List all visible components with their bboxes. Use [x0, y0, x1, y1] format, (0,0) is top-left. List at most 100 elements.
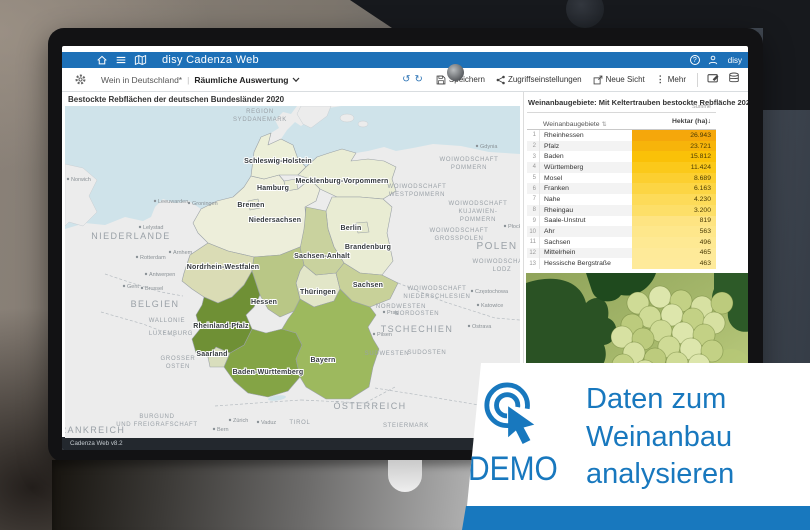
- row-region: Sachsen: [540, 237, 632, 248]
- more-button[interactable]: ⋮ Mehr: [656, 74, 686, 85]
- save-icon: [436, 75, 446, 85]
- geo-label: WOIWODSCHAFT: [387, 184, 446, 190]
- table-row[interactable]: 6Franken6.163: [527, 183, 716, 194]
- row-rank: 2: [527, 141, 540, 152]
- row-region: Württemberg: [540, 162, 632, 173]
- geo-label: LODZ: [493, 267, 512, 273]
- row-region: Baden: [540, 151, 632, 162]
- town-label: Rotterdam: [140, 255, 166, 261]
- town-label: Groningen: [192, 201, 218, 207]
- view-name[interactable]: Räumliche Auswertung: [194, 75, 288, 85]
- row-value: 23.721: [632, 141, 716, 152]
- row-rank: 1: [527, 130, 540, 141]
- state-label: Bayern: [311, 357, 336, 364]
- table-header: Weinanbaugebiete⇅ Summe Hektar (ha)↓: [527, 112, 716, 130]
- redo-icon[interactable]: ↻: [415, 75, 423, 85]
- map-icon[interactable]: [134, 54, 147, 66]
- town-label: Płock: [508, 224, 520, 230]
- state-label: Mecklenburg-Vorpommern: [296, 178, 389, 185]
- table-row[interactable]: 3Baden15.812: [527, 151, 716, 162]
- menu-icon[interactable]: [115, 54, 127, 66]
- geo-label: SUDWESTEN: [365, 351, 410, 357]
- geo-label: POMMERN: [451, 165, 487, 171]
- state-label: Schleswig-Holstein: [244, 158, 312, 165]
- town-label: Częstochowa: [475, 289, 509, 295]
- row-value: 15.812: [632, 151, 716, 162]
- database-icon[interactable]: [728, 71, 740, 89]
- town-label: Zürich: [233, 418, 248, 424]
- table-row[interactable]: 11Sachsen496: [527, 237, 716, 248]
- row-value: 4.230: [632, 194, 716, 205]
- click-icon: [482, 380, 542, 448]
- row-region: Saale-Unstrut: [540, 216, 632, 227]
- workbook-name[interactable]: Wein in Deutschland*: [101, 75, 182, 85]
- row-rank: 9: [527, 216, 540, 227]
- app-title: disy Cadenza Web: [162, 54, 259, 66]
- table-row[interactable]: 9Saale-Unstrut819: [527, 216, 716, 227]
- town-label: Antwerpen: [149, 272, 175, 278]
- chevron-down-icon[interactable]: [292, 77, 300, 83]
- state-label: Sachsen-Anhalt: [294, 253, 350, 260]
- geo-label: TIROL: [289, 420, 310, 426]
- geo-label: LUXEMBURG: [149, 331, 193, 337]
- column-value-header[interactable]: Summe Hektar (ha)↓: [632, 104, 716, 128]
- row-value: 6.163: [632, 183, 716, 194]
- new-window-icon: [593, 75, 603, 85]
- map-view-icon[interactable]: [707, 71, 720, 89]
- table-body: 1Rheinhessen26.9432Pfalz23.7213Baden15.8…: [527, 130, 716, 269]
- town-label: Katowice: [481, 303, 503, 309]
- geo-label: WOIWODSCHAFT: [407, 286, 466, 292]
- table-row[interactable]: 1Rheinhessen26.943: [527, 130, 716, 141]
- column-region-header[interactable]: Weinanbaugebiete⇅: [527, 121, 632, 128]
- row-region: Pfalz: [540, 141, 632, 152]
- app-version: Cadenza Web v8.2: [70, 440, 123, 447]
- row-value: 819: [632, 216, 716, 227]
- webcam: [447, 64, 464, 81]
- user-icon[interactable]: [708, 55, 718, 65]
- table-row[interactable]: 5Mosel8.689: [527, 173, 716, 184]
- share-icon: [496, 75, 505, 85]
- geo-label: STEIERMARK: [383, 423, 429, 429]
- table-row[interactable]: 13Hessische Bergstraße463: [527, 258, 716, 269]
- town-label: Brussel: [145, 286, 163, 292]
- geo-label: REGION: [246, 109, 274, 115]
- row-region: Rheinhessen: [540, 130, 632, 141]
- table-row[interactable]: 10Ahr563: [527, 226, 716, 237]
- undo-icon[interactable]: ↺: [402, 75, 410, 85]
- state-label: Saarland: [196, 351, 227, 358]
- town-label: Ostrava: [472, 324, 492, 330]
- geo-label: POLEN: [477, 241, 518, 252]
- state-label: Hamburg: [257, 185, 289, 192]
- row-region: Mosel: [540, 173, 632, 184]
- gear-icon[interactable]: [74, 73, 87, 86]
- table-row[interactable]: 7Nahe4.230: [527, 194, 716, 205]
- row-rank: 10: [527, 226, 540, 237]
- state-label: Sachsen: [353, 282, 383, 289]
- access-settings-button[interactable]: Zugriffseinstellungen: [496, 75, 582, 85]
- state-label: Rheinland-Pfalz: [193, 323, 249, 330]
- geo-label: NORDOSTEN: [395, 311, 440, 317]
- geo-label: WESTPOMMERN: [389, 192, 445, 198]
- user-name[interactable]: disy: [728, 56, 742, 65]
- town-label: Gent: [127, 284, 139, 290]
- table-row[interactable]: 12Mittelrhein465: [527, 248, 716, 259]
- germany-map[interactable]: NiedersachsenSchleswig-HolsteinMecklenbu…: [65, 106, 520, 438]
- table-row[interactable]: 2Pfalz23.721: [527, 141, 716, 152]
- table-row[interactable]: 8Rheingau3.200: [527, 205, 716, 216]
- row-value: 11.424: [632, 162, 716, 173]
- new-view-button[interactable]: Neue Sicht: [593, 75, 645, 85]
- row-rank: 11: [527, 237, 540, 248]
- town-label: Gdynia: [480, 144, 498, 150]
- geo-label: NIEDERLANDE: [91, 231, 170, 241]
- geo-label: WOIWODSCHAFT: [429, 228, 488, 234]
- help-icon[interactable]: ?: [690, 55, 700, 65]
- state-label: Baden-Württemberg: [233, 369, 304, 376]
- row-rank: 12: [527, 248, 540, 259]
- row-region: Franken: [540, 183, 632, 194]
- state-label: Thüringen: [300, 289, 336, 296]
- more-icon: ⋮: [656, 74, 665, 85]
- home-icon[interactable]: [96, 54, 108, 66]
- table-row[interactable]: 4Württemberg11.424: [527, 162, 716, 173]
- state-label: Hessen: [251, 299, 277, 306]
- geo-label: GROSSER: [161, 356, 196, 362]
